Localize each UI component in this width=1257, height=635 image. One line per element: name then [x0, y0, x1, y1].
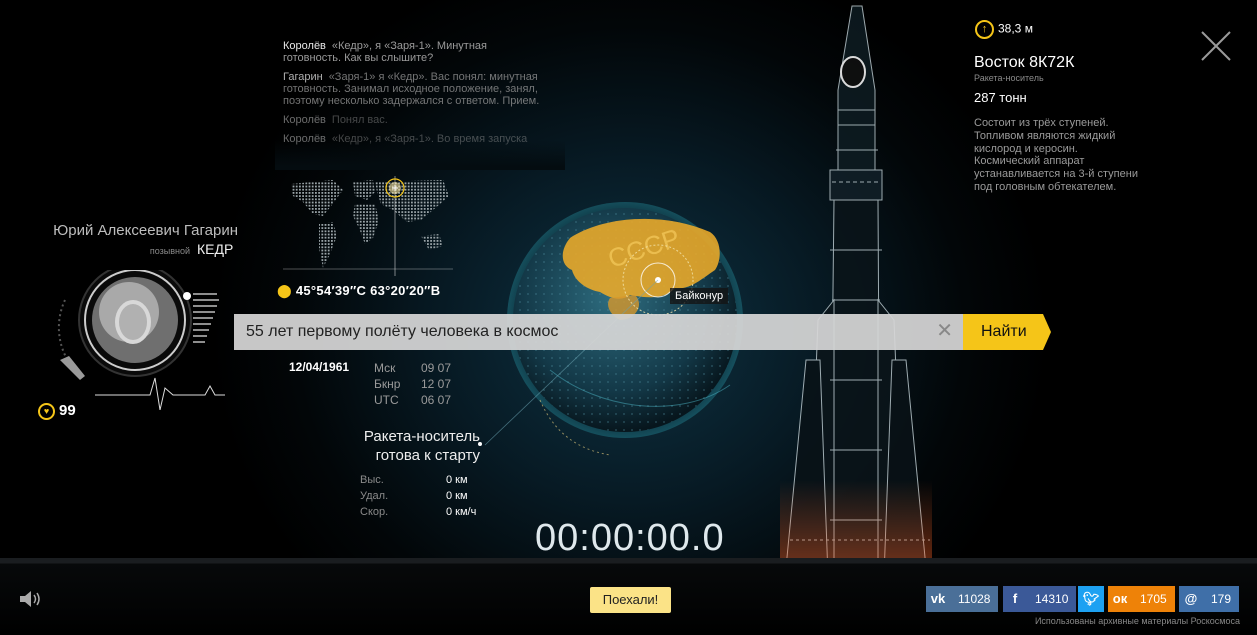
flight-status: Ракета-носитель готова к старту	[300, 427, 480, 465]
rocket-mass: 287 тонн	[974, 90, 1027, 105]
timezone-name: Мск	[374, 361, 396, 375]
dialog-text: Понял вас.	[331, 114, 388, 126]
launch-date: 12/04/1961	[289, 360, 350, 374]
rocket-name: Восток 8К72К	[974, 54, 1075, 71]
status-line: Ракета-носитель	[363, 428, 480, 445]
share-moimir-button[interactable]: @179	[1179, 586, 1240, 612]
sound-icon[interactable]	[18, 588, 44, 610]
search-button[interactable]: Найти	[963, 314, 1051, 350]
close-icon[interactable]	[1200, 30, 1232, 62]
facebook-icon: f	[1012, 591, 1018, 606]
stat-value: 0 км	[446, 490, 468, 502]
dialog-line: Королёв Понял вас.	[283, 114, 548, 126]
coordinates-text: 45°54′39″С 63°20′20″В	[295, 283, 441, 298]
stat-row: Скор. 0 км/ч	[360, 504, 476, 520]
stat-label: Выс.	[360, 474, 384, 486]
share-vk-button[interactable]: vk 11028	[926, 586, 999, 612]
speaker: Королёв	[283, 114, 326, 126]
heart-icon: ♥	[38, 402, 55, 420]
clear-icon[interactable]: ✕	[936, 321, 953, 341]
dialog-line: Королёв «Кедр», я «Заря-1». Минутная гото…	[283, 40, 548, 64]
timezone-time: 06 07	[421, 393, 452, 407]
pulse-counter: ♥ 99	[38, 402, 76, 420]
mission-timer: 00:00:00.0	[535, 517, 725, 559]
pilot-name: Юрий Алексеевич Гагарин	[53, 222, 238, 239]
search-bar: ✕	[234, 314, 963, 350]
search-input[interactable]	[234, 314, 934, 350]
status-line: готова к старту	[375, 447, 480, 464]
height-value: 38,3 м	[998, 21, 1033, 36]
share-count: 179	[1211, 592, 1232, 606]
launch-coordinates: ⬤ 45°54′39″С 63°20′20″В	[277, 283, 440, 299]
share-twitter-button[interactable]: 🐦︎	[1078, 586, 1104, 612]
dialog-line: Гагарин «Заря-1» я «Кедр». Вас понял: мин…	[283, 71, 548, 107]
stat-value: 0 км	[446, 474, 468, 486]
share-count: 1705	[1140, 592, 1167, 606]
moimir-icon: @	[1184, 591, 1198, 606]
pulse-value: 99	[59, 402, 76, 419]
vk-icon: vk	[930, 591, 946, 606]
twitter-icon: 🐦︎	[1082, 591, 1100, 606]
timezone-list: Мск Бкнр UTC	[374, 360, 400, 408]
share-count: 14310	[1035, 592, 1069, 606]
launch-button[interactable]: Поехали!	[590, 587, 671, 613]
stat-row: Выс. 0 км	[360, 472, 476, 488]
rocket-description: Состоит из трёх ступеней. Топливом являю…	[974, 117, 1138, 193]
timezone-name: UTC	[374, 393, 399, 407]
world-map	[283, 176, 453, 276]
pin-icon: ⬤	[277, 283, 292, 298]
credits: Использованы архивные материалы Роскосмо…	[1034, 616, 1240, 626]
timezone-time: 12 07	[421, 377, 452, 391]
callsign-label: позывной	[149, 246, 190, 256]
stat-row: Удал. 0 км	[360, 488, 476, 504]
stat-value: 0 км/ч	[446, 506, 477, 518]
timezone-name: Бкнр	[374, 377, 401, 391]
share-ok-button[interactable]: ок 1705	[1108, 586, 1175, 612]
stat-label: Удал.	[360, 490, 389, 502]
height-arrow-icon: ↑	[975, 20, 994, 39]
speaker: Гагарин	[283, 71, 323, 83]
status-dot	[478, 442, 482, 446]
stage: СССР Байконур Королёв «Кедр», я «Заря-1».…	[0, 0, 1257, 635]
site-label: Байконур	[670, 288, 729, 304]
share-facebook-button[interactable]: f 14310	[1003, 586, 1077, 612]
rocket-height: ↑ 38,3 м	[975, 20, 1033, 39]
rocket-type: Ракета-носитель	[974, 73, 1044, 83]
radio-dialog: Королёв «Кедр», я «Заря-1». Минутная гото…	[283, 40, 548, 152]
stat-label: Скор.	[360, 506, 389, 518]
dialog-fade	[275, 140, 565, 170]
callsign: КЕДР	[197, 241, 234, 257]
share-count: 11028	[958, 592, 991, 606]
timezone-time: 09 07	[421, 361, 452, 375]
avatar	[57, 270, 225, 410]
flight-stats: Выс. 0 км Удал. 0 км Скор. 0 км/ч	[360, 472, 476, 520]
timezone-times: 09 07 12 07 06 07	[421, 360, 451, 408]
speaker: Королёв	[283, 40, 326, 52]
ok-icon: ок	[1112, 591, 1128, 606]
